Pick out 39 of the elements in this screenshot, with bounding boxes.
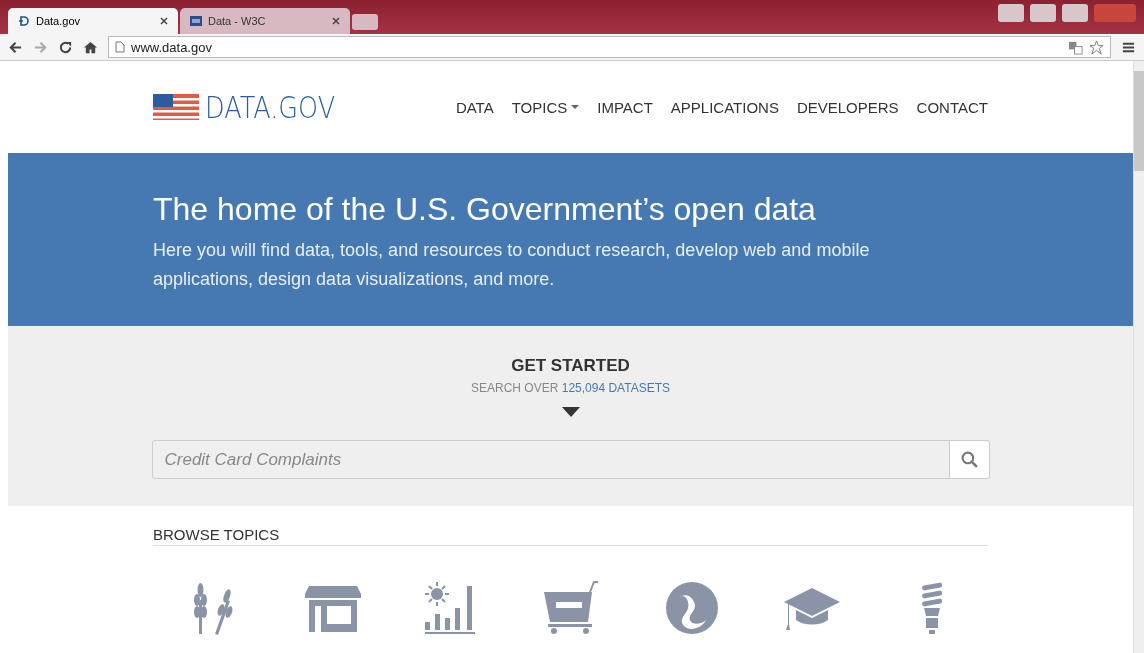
new-tab-button[interactable] <box>352 14 378 30</box>
search-over-label: SEARCH OVER <box>471 381 559 395</box>
home-icon[interactable] <box>83 39 98 55</box>
nav-link[interactable]: DATA <box>455 98 494 116</box>
square-favicon-icon <box>190 15 202 27</box>
user-button[interactable] <box>998 4 1024 22</box>
scrollbar[interactable] <box>1133 61 1144 653</box>
address-bar[interactable]: www.data.gov <box>108 36 1111 58</box>
logo-text[interactable]: DATA.GOV <box>205 89 336 125</box>
browser-tab[interactable]: Data.gov <box>8 8 178 34</box>
search-button[interactable] <box>949 440 990 479</box>
dataset-count-link[interactable]: 125,094 DATASETS <box>561 381 670 395</box>
minimize-button[interactable] <box>1030 4 1056 22</box>
nav-link[interactable]: APPLICATIONS <box>670 98 779 116</box>
forward-icon[interactable] <box>33 39 48 55</box>
back-icon[interactable] <box>8 39 23 55</box>
caret-icon <box>571 105 580 109</box>
flag-icon <box>153 94 199 120</box>
d-favicon-icon <box>18 15 30 27</box>
hero-title: The home of the U.S. Government’s open data <box>153 191 817 228</box>
browse-topics-heading: BROWSE TOPICS <box>153 526 988 546</box>
down-triangle-icon <box>561 407 580 417</box>
page-icon <box>115 41 125 53</box>
browser-tab[interactable]: Data - W3C <box>180 8 350 34</box>
nav-link[interactable]: CONTACT <box>916 98 988 116</box>
search-icon <box>960 451 978 468</box>
reload-icon[interactable] <box>58 39 73 55</box>
get-started-heading: GET STARTED <box>511 356 630 376</box>
nav-link[interactable]: TOPICS <box>511 98 580 116</box>
search-field[interactable]: Credit Card Complaints <box>151 440 950 479</box>
star-icon[interactable] <box>1089 39 1104 55</box>
close-icon[interactable] <box>332 17 340 25</box>
close-icon[interactable] <box>160 17 168 25</box>
nav-link[interactable]: IMPACT <box>597 98 653 116</box>
nav-link[interactable]: DEVELOPERS <box>796 98 899 116</box>
hero-subtitle: Here you will find data, tools, and resources to conduct research, develop web and mobile applications, design data visualizations, and more. <box>153 239 871 291</box>
scroll-thumb[interactable] <box>1134 71 1144 171</box>
maximize-button[interactable] <box>1062 4 1088 22</box>
translate-icon[interactable] <box>1068 39 1083 55</box>
